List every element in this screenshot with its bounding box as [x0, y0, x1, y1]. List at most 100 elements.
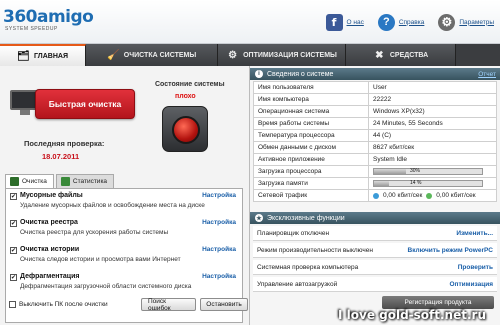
info-value: 22222 — [368, 93, 497, 106]
option-description: Очистка следов истории и просмотра вами … — [20, 256, 181, 263]
app-header: 360amigo SYSTEM SPEEDUP f О нас ? Справк… — [0, 0, 500, 44]
option-description: Очистка реестра для ускорения работы сис… — [20, 229, 169, 236]
tools-icon: ✖ — [375, 49, 384, 61]
subtab-cleanup[interactable]: Очистка — [5, 174, 54, 188]
statistics-icon — [60, 177, 70, 186]
cpu-load-bar: 30% — [373, 167, 483, 175]
option-title: Мусорные файлы — [20, 192, 83, 199]
table-row: Обмен данными с диском 8627 кбит/сек — [253, 141, 497, 154]
table-row: Сетевой трафик 0,00 кбит/сек 0,00 кбит/с… — [253, 189, 497, 202]
cleanup-options: ✔ Мусорные файлы Удаление мусорных файло… — [5, 188, 248, 323]
gear-icon[interactable]: ⚙ — [438, 13, 456, 31]
option-description: Удаление мусорных файлов и освобождение … — [20, 202, 205, 209]
memory-load-cell: 14 % — [368, 177, 497, 190]
home-icon: 🗂 — [17, 50, 30, 62]
facebook-icon[interactable]: f — [325, 13, 343, 31]
memory-load-bar-fill — [374, 180, 390, 186]
system-panel: i Сведения о системе Отчет Имя пользоват… — [250, 66, 500, 325]
info-value: Windows XP(x32) — [368, 105, 497, 118]
info-value: 44 (C) — [368, 129, 497, 142]
logo-text: 360amigo — [3, 7, 94, 27]
function-action-link[interactable]: Изменить... — [456, 230, 493, 237]
table-row: Операционная система Windows XP(x32) — [253, 105, 497, 118]
table-row: Имя компьютера 22222 — [253, 93, 497, 106]
option-settings-link[interactable]: Настройка — [202, 246, 236, 253]
help-link[interactable]: Справка — [399, 19, 425, 26]
function-row-performance: Режим производительности выключен Включи… — [253, 243, 497, 258]
system-state-label: Состояние системы — [155, 81, 225, 88]
upload-icon — [426, 192, 433, 199]
table-row: Время работы системы 24 Minutes, 55 Seco… — [253, 117, 497, 130]
report-link[interactable]: Отчет — [478, 71, 496, 78]
stop-button[interactable]: Остановить — [200, 298, 248, 311]
subtab-statistics[interactable]: Статистика — [55, 174, 115, 188]
system-info-title: Сведения о системе — [267, 70, 334, 78]
cpu-load-percent: 30% — [410, 167, 421, 174]
tab-cleanup-label: ОЧИСТКА СИСТЕМЫ — [123, 51, 197, 59]
quick-clean-button[interactable]: Быстрая очистка — [35, 89, 135, 119]
cpu-load-bar-fill — [374, 168, 407, 174]
info-value: 24 Minutes, 55 Seconds — [368, 117, 497, 130]
network-down-value: 0,00 кбит/сек — [383, 192, 423, 199]
function-action-link[interactable]: Включить режим PowerPC — [408, 247, 493, 254]
app-logo: 360amigo SYSTEM SPEEDUP — [3, 7, 94, 40]
table-row: Температура процессора 44 (C) — [253, 129, 497, 142]
info-key: Операционная система — [253, 105, 369, 118]
table-row: Загрузка памяти 14 % — [253, 177, 497, 190]
history-checkbox[interactable]: ✔ — [10, 247, 17, 254]
main-left-panel: Быстрая очистка Последняя проверка: 18.0… — [0, 66, 250, 325]
option-junk-files: ✔ Мусорные файлы Удаление мусорных файло… — [10, 192, 238, 219]
info-value: User — [368, 81, 497, 94]
tab-main[interactable]: 🗂 ГЛАВНАЯ — [0, 44, 86, 66]
option-defrag: ✔ Дефрагментация Дефрагментация загрузоч… — [10, 273, 238, 300]
top-links: f О нас ? Справка ⚙ Параметры — [325, 12, 494, 32]
main-tabs: 🗂 ГЛАВНАЯ 🧹 ОЧИСТКА СИСТЕМЫ ⚙ ОПТИМИЗАЦИ… — [0, 44, 500, 66]
option-history: ✔ Очистка истории Очистка следов истории… — [10, 246, 238, 273]
memory-load-bar: 14 % — [373, 179, 483, 187]
network-up-value: 0,00 кбит/сек — [436, 192, 476, 199]
function-action-link[interactable]: Оптимизация — [449, 281, 493, 288]
function-action-link[interactable]: Проверить — [458, 264, 493, 271]
option-settings-link[interactable]: Настройка — [202, 192, 236, 199]
monitor-icon — [10, 90, 38, 115]
about-link[interactable]: О нас — [347, 19, 364, 26]
info-key: Обмен данными с диском — [253, 141, 369, 154]
option-settings-link[interactable]: Настройка — [202, 273, 236, 280]
tab-cleanup[interactable]: 🧹 ОЧИСТКА СИСТЕМЫ — [86, 44, 218, 66]
search-errors-button[interactable]: Поиск ошибок — [141, 298, 196, 312]
star-icon: ★ — [255, 214, 263, 222]
cleanup-actions: Выключить ПК после очистки Поиск ошибок … — [9, 298, 248, 312]
memory-load-percent: 14 % — [410, 179, 422, 186]
cpu-load-label: Загрузка процессора — [253, 165, 369, 178]
tab-optimization-label: ОПТИМИЗАЦИЯ СИСТЕМЫ — [243, 51, 337, 59]
info-value: System Idle — [368, 153, 497, 166]
function-label: Планировщик отключен — [257, 229, 330, 237]
registry-checkbox[interactable]: ✔ — [10, 220, 17, 227]
functions-header: ★ Эксклюзивные функции — [250, 212, 500, 224]
status-light-icon — [162, 106, 208, 152]
help-icon[interactable]: ? — [377, 13, 395, 31]
function-row-scheduler: Планировщик отключен Изменить... — [253, 226, 497, 241]
shutdown-checkbox[interactable] — [9, 301, 16, 308]
cleanup-icon — [10, 177, 19, 186]
network-traffic-cell: 0,00 кбит/сек 0,00 кбит/сек — [368, 189, 497, 202]
last-check-date: 18.07.2011 — [42, 152, 80, 161]
function-label: Режим производительности выключен — [257, 246, 373, 254]
watermark-text: I love gold-soft.net.ru — [338, 308, 486, 322]
tab-tools[interactable]: ✖ СРЕДСТВА — [346, 44, 456, 66]
memory-load-label: Загрузка памяти — [253, 177, 369, 190]
tab-optimization[interactable]: ⚙ ОПТИМИЗАЦИЯ СИСТЕМЫ — [218, 44, 346, 66]
function-row-autostart: Управление автозагрузкой Оптимизация — [253, 277, 497, 292]
defrag-checkbox[interactable]: ✔ — [10, 274, 17, 281]
info-icon: i — [255, 70, 263, 78]
function-label: Системная проверка компьютера — [257, 263, 359, 271]
settings-link[interactable]: Параметры — [459, 19, 494, 26]
info-key: Время работы системы — [253, 117, 369, 130]
tab-main-label: ГЛАВНАЯ — [34, 52, 68, 60]
system-info-table: Имя пользователя User Имя компьютера 222… — [253, 81, 497, 202]
system-state-value: плохо — [175, 93, 196, 100]
info-value: 8627 кбит/сек — [368, 141, 497, 154]
junk-files-checkbox[interactable]: ✔ — [10, 193, 17, 200]
info-key: Имя компьютера — [253, 93, 369, 106]
option-settings-link[interactable]: Настройка — [202, 219, 236, 226]
